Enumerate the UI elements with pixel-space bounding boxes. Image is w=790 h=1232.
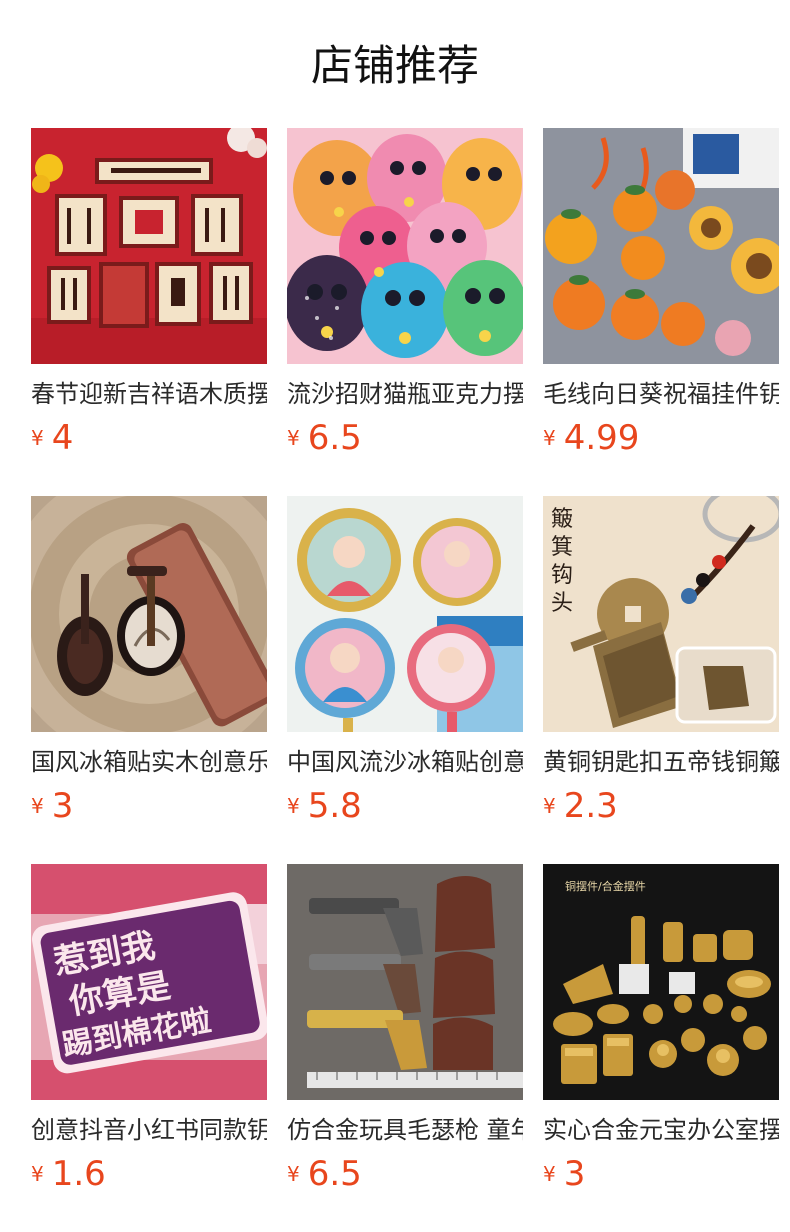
price-amount: 1.6 bbox=[51, 1154, 106, 1194]
product-price: ¥2.3 bbox=[543, 782, 618, 830]
brush-text: 头 bbox=[551, 591, 573, 616]
product-image[interactable] bbox=[287, 864, 523, 1100]
product-name[interactable]: 创意抖音小红书同款钥匙扣 bbox=[31, 1112, 267, 1148]
product-image[interactable] bbox=[287, 128, 523, 364]
product-price: ¥6.5 bbox=[287, 1150, 362, 1198]
product-card[interactable]: 国风冰箱贴实木创意乐器 ¥3 bbox=[31, 496, 267, 826]
product-price: ¥4 bbox=[31, 414, 73, 462]
product-name[interactable]: 实心合金元宝办公室摆件 bbox=[543, 1112, 779, 1148]
currency-symbol: ¥ bbox=[31, 1162, 44, 1186]
currency-symbol: ¥ bbox=[31, 794, 44, 818]
product-name[interactable]: 国风冰箱贴实木创意乐器 bbox=[31, 744, 267, 780]
product-name[interactable]: 流沙招财猫瓶亚克力摆件 bbox=[287, 376, 523, 412]
product-card[interactable]: 簸 箕 钩 头 黄铜钥匙扣五帝钱铜簸箕 ¥2.3 bbox=[543, 496, 779, 826]
currency-symbol: ¥ bbox=[543, 1162, 556, 1186]
product-price: ¥6.5 bbox=[287, 414, 362, 462]
brush-text: 簸 bbox=[551, 507, 573, 532]
product-name[interactable]: 仿合金玩具毛瑟枪 童年 bbox=[287, 1112, 523, 1148]
product-name[interactable]: 毛线向日葵祝福挂件钥匙扣 bbox=[543, 376, 779, 412]
price-amount: 4 bbox=[51, 418, 74, 458]
product-price: ¥1.6 bbox=[31, 1150, 106, 1198]
brush-text: 箕 bbox=[551, 535, 573, 560]
price-amount: 2.3 bbox=[563, 786, 618, 826]
product-price: ¥3 bbox=[31, 782, 73, 830]
product-card[interactable]: 流沙招财猫瓶亚克力摆件 ¥6.5 bbox=[287, 128, 523, 458]
product-name[interactable]: 黄铜钥匙扣五帝钱铜簸箕 bbox=[543, 744, 779, 780]
price-amount: 5.8 bbox=[307, 786, 362, 826]
currency-symbol: ¥ bbox=[287, 794, 300, 818]
product-card[interactable]: 毛线向日葵祝福挂件钥匙扣 ¥4.99 bbox=[543, 128, 779, 458]
product-price: ¥3 bbox=[543, 1150, 585, 1198]
product-card[interactable]: 仿合金玩具毛瑟枪 童年 ¥6.5 bbox=[287, 864, 523, 1194]
product-card[interactable]: 中国风流沙冰箱贴创意 ¥5.8 bbox=[287, 496, 523, 826]
product-image[interactable] bbox=[31, 128, 267, 364]
image-caption: 铜摆件/合金摆件 bbox=[565, 879, 646, 893]
product-price: ¥5.8 bbox=[287, 782, 362, 830]
page-title: 店铺推荐 bbox=[310, 41, 479, 90]
price-amount: 4.99 bbox=[563, 418, 640, 458]
product-image[interactable] bbox=[287, 496, 523, 732]
product-name[interactable]: 春节迎新吉祥语木质摆件 bbox=[31, 376, 267, 412]
product-price: ¥4.99 bbox=[543, 414, 639, 462]
product-image[interactable] bbox=[31, 496, 267, 732]
product-image[interactable]: 惹到我 你算是 踢到棉花啦 bbox=[31, 864, 267, 1100]
product-image[interactable] bbox=[543, 128, 779, 364]
brush-text: 钩 bbox=[551, 563, 573, 588]
product-image[interactable]: 簸 箕 钩 头 bbox=[543, 496, 779, 732]
product-card[interactable]: 铜摆件/合金摆件 实心合金元宝办公室摆 ¥ 3 bbox=[543, 864, 779, 1194]
currency-symbol: ¥ bbox=[31, 426, 44, 450]
product-card[interactable]: 惹到我 你算是 踢到棉花啦 创意抖音小红书同款钥匙扣 ¥1.6 bbox=[31, 864, 267, 1194]
product-card[interactable]: 春节迎新吉祥语木质摆件 ¥4 bbox=[31, 128, 267, 458]
price-amount: 3 bbox=[51, 786, 74, 826]
currency-symbol: ¥ bbox=[287, 1162, 300, 1186]
currency-symbol: ¥ bbox=[543, 426, 556, 450]
price-amount: 3 bbox=[563, 1154, 586, 1194]
currency-symbol: ¥ bbox=[287, 426, 300, 450]
price-amount: 6.5 bbox=[307, 1154, 362, 1194]
currency-symbol: ¥ bbox=[543, 794, 556, 818]
product-name[interactable]: 中国风流沙冰箱贴创意 bbox=[287, 744, 523, 780]
price-amount: 6.5 bbox=[307, 418, 362, 458]
product-image[interactable]: 铜摆件/合金摆件 bbox=[543, 864, 779, 1100]
